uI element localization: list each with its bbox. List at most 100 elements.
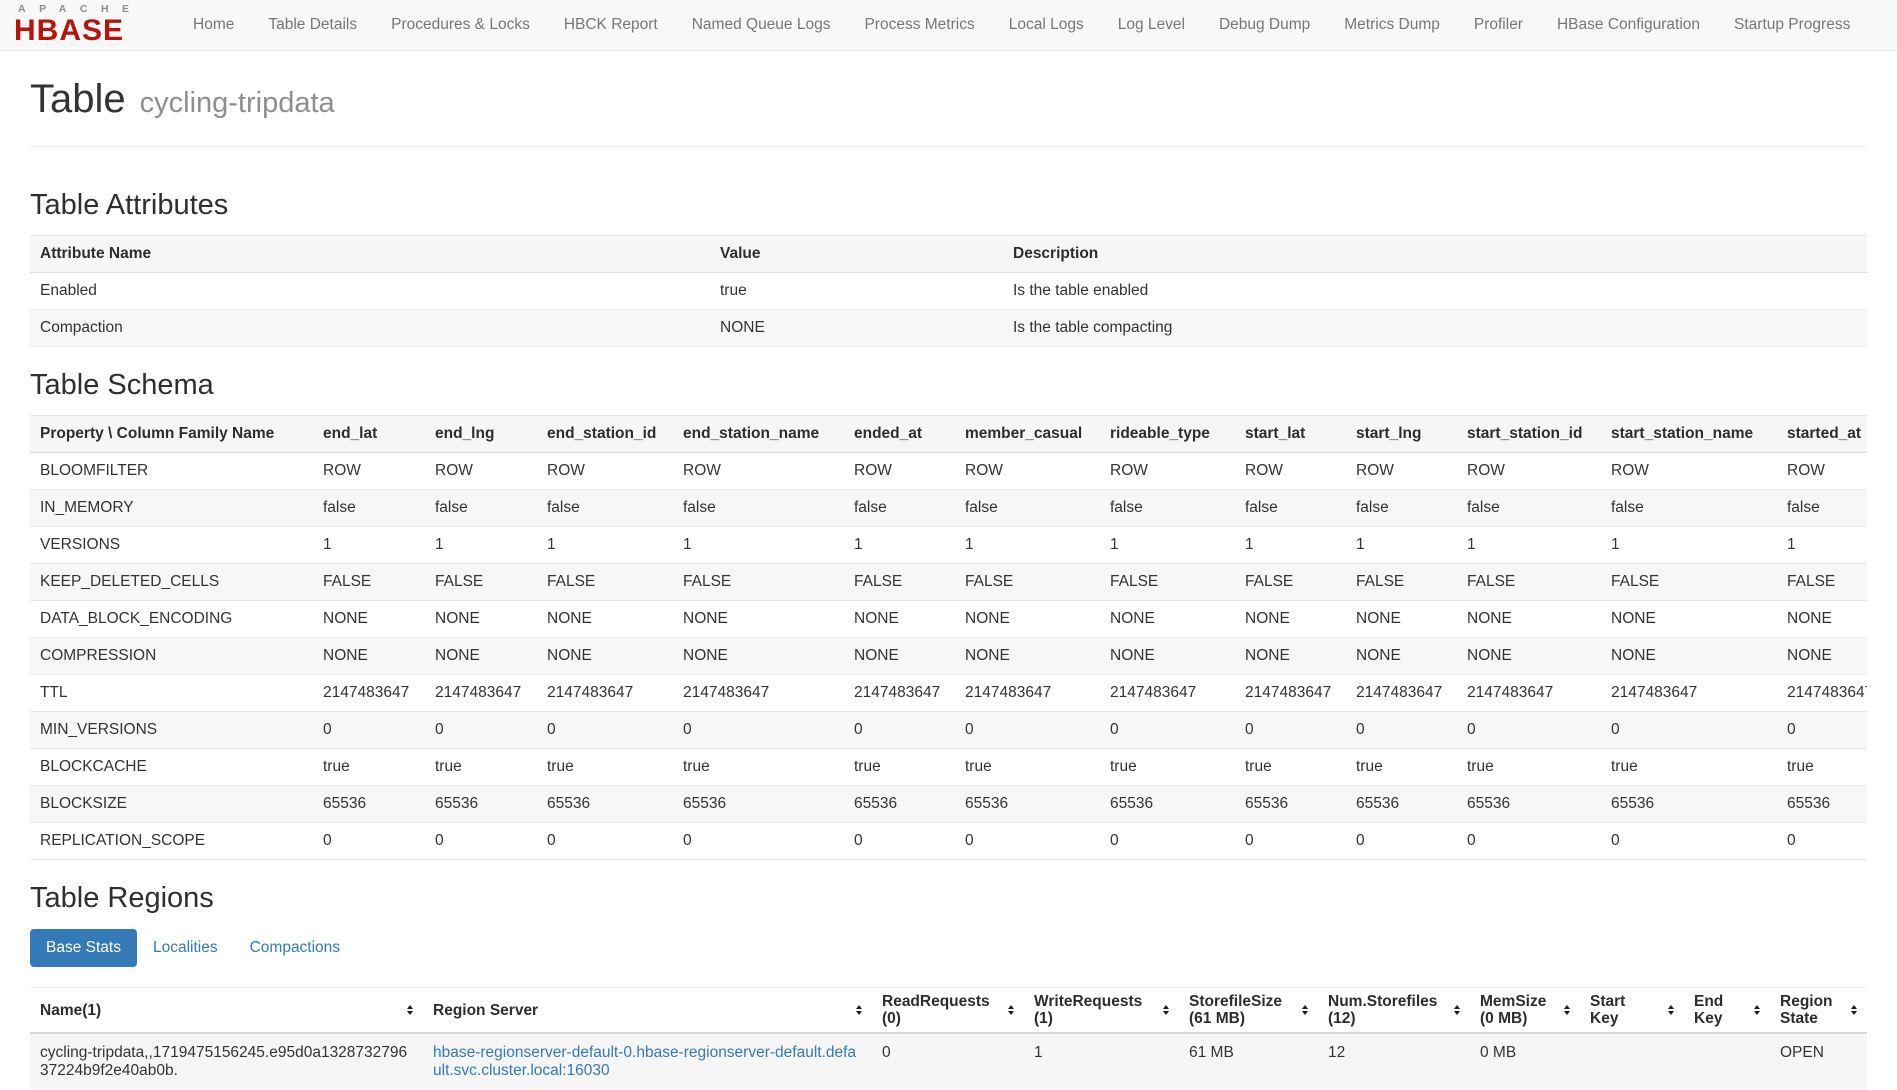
nav-link-log-level[interactable]: Log Level xyxy=(1101,0,1202,50)
schema-value-cell: true xyxy=(1777,749,1867,786)
nav-link-hbck-report[interactable]: HBCK Report xyxy=(547,0,675,50)
schema-value-cell: 0 xyxy=(1777,823,1867,860)
regions-col-writerequests-1[interactable]: WriteRequests(1) xyxy=(1024,988,1179,1034)
nav-link-profiler[interactable]: Profiler xyxy=(1457,0,1540,50)
attributes-header-row: Attribute Name Value Description xyxy=(30,236,1867,273)
schema-value-cell: ROW xyxy=(955,453,1100,490)
sort-icon[interactable] xyxy=(1668,1005,1674,1015)
attributes-col-value: Value xyxy=(710,236,1003,273)
regions-col-region-server[interactable]: Region Server xyxy=(423,988,872,1034)
regions-col-end-key[interactable]: EndKey xyxy=(1684,988,1770,1034)
nav-link-home[interactable]: Home xyxy=(176,0,251,50)
tab-link-compactions[interactable]: Compactions xyxy=(234,929,356,967)
column-label: Num.Storefiles(12) xyxy=(1328,993,1437,1027)
schema-value-cell: 65536 xyxy=(1777,786,1867,823)
schema-value-cell: ROW xyxy=(1777,453,1867,490)
regions-col-storefilesize-61-mb[interactable]: StorefileSize(61 MB) xyxy=(1179,988,1318,1034)
table-row: REPLICATION_SCOPE000000000000 xyxy=(30,823,1867,860)
schema-value-cell: 0 xyxy=(844,712,955,749)
sort-icon[interactable] xyxy=(1163,1005,1169,1015)
attributes-col-name: Attribute Name xyxy=(30,236,710,273)
regions-col-readrequests-0[interactable]: ReadRequests(0) xyxy=(872,988,1024,1034)
schema-property-cell: COMPRESSION xyxy=(30,638,313,675)
write-requests-cell: 1 xyxy=(1024,1033,1179,1090)
schema-property-cell: TTL xyxy=(30,675,313,712)
nav-link-hbase-configuration[interactable]: HBase Configuration xyxy=(1540,0,1717,50)
schema-value-cell: NONE xyxy=(1235,638,1346,675)
hbase-logo[interactable]: APACHE HBASE xyxy=(14,4,154,46)
schema-value-cell: 1 xyxy=(1235,527,1346,564)
nav-link-metrics-dump[interactable]: Metrics Dump xyxy=(1327,0,1457,50)
schema-value-cell: true xyxy=(425,749,537,786)
num-storefiles-cell: 12 xyxy=(1318,1033,1470,1090)
schema-value-cell: true xyxy=(1235,749,1346,786)
region-server-link[interactable]: hbase-regionserver-default-0.hbase-regio… xyxy=(433,1044,856,1079)
column-label: StorefileSize(61 MB) xyxy=(1189,993,1282,1027)
page-title: Table cycling-tripdata xyxy=(30,77,1867,122)
schema-value-cell: ROW xyxy=(313,453,425,490)
schema-value-cell: 65536 xyxy=(1100,786,1235,823)
tab-link-base-stats[interactable]: Base Stats xyxy=(30,929,137,967)
table-row: IN_MEMORYfalsefalsefalsefalsefalsefalsef… xyxy=(30,490,1867,527)
schema-value-cell: NONE xyxy=(1346,601,1457,638)
nav-link-startup-progress[interactable]: Startup Progress xyxy=(1717,0,1867,50)
schema-value-cell: 0 xyxy=(1601,712,1777,749)
regions-col-start-key[interactable]: StartKey xyxy=(1580,988,1684,1034)
regions-col-region-state[interactable]: RegionState xyxy=(1770,988,1867,1034)
schema-value-cell: 2147483647 xyxy=(955,675,1100,712)
sort-icon[interactable] xyxy=(407,1005,413,1015)
schema-property-cell: MIN_VERSIONS xyxy=(30,712,313,749)
nav-link-process-metrics[interactable]: Process Metrics xyxy=(847,0,991,50)
sort-icon[interactable] xyxy=(1008,1005,1014,1015)
schema-value-cell: 0 xyxy=(955,712,1100,749)
schema-value-cell: 0 xyxy=(844,823,955,860)
storefile-size-cell: 61 MB xyxy=(1179,1033,1318,1090)
schema-value-cell: 1 xyxy=(844,527,955,564)
schema-value-cell: false xyxy=(1100,490,1235,527)
sort-icon[interactable] xyxy=(1454,1005,1460,1015)
sort-icon[interactable] xyxy=(1754,1005,1760,1015)
regions-col-num-storefiles-12[interactable]: Num.Storefiles(12) xyxy=(1318,988,1470,1034)
sort-icon[interactable] xyxy=(1302,1005,1308,1015)
schema-value-cell: false xyxy=(1777,490,1867,527)
schema-value-cell: FALSE xyxy=(955,564,1100,601)
nav-item-metrics-dump: Metrics Dump xyxy=(1327,0,1457,50)
nav-link-local-logs[interactable]: Local Logs xyxy=(992,0,1101,50)
nav-link-table-details[interactable]: Table Details xyxy=(251,0,374,50)
regions-body: cycling-tripdata,,1719475156245.e95d0a13… xyxy=(30,1033,1867,1090)
schema-value-cell: false xyxy=(673,490,844,527)
start-key-cell xyxy=(1580,1033,1684,1090)
nav-link-named-queue-logs[interactable]: Named Queue Logs xyxy=(675,0,848,50)
schema-property-cell: BLOOMFILTER xyxy=(30,453,313,490)
schema-value-cell: NONE xyxy=(1601,601,1777,638)
nav-item-hbck-report: HBCK Report xyxy=(547,0,675,50)
schema-table: Property \ Column Family Name end_latend… xyxy=(30,415,1867,860)
table-row: MIN_VERSIONS000000000000 xyxy=(30,712,1867,749)
schema-value-cell: NONE xyxy=(673,638,844,675)
schema-value-cell: NONE xyxy=(313,638,425,675)
tab-link-localities[interactable]: Localities xyxy=(137,929,234,967)
sort-icon[interactable] xyxy=(1851,1005,1857,1015)
schema-col-end-station-name: end_station_name xyxy=(673,416,844,453)
schema-value-cell: NONE xyxy=(1100,638,1235,675)
schema-heading: Table Schema xyxy=(30,369,1867,402)
nav-link-debug-dump[interactable]: Debug Dump xyxy=(1202,0,1327,50)
schema-value-cell: NONE xyxy=(425,638,537,675)
schema-property-cell: DATA_BLOCK_ENCODING xyxy=(30,601,313,638)
schema-value-cell: 1 xyxy=(1777,527,1867,564)
regions-col-name-1[interactable]: Name(1) xyxy=(30,988,423,1034)
schema-property-cell: VERSIONS xyxy=(30,527,313,564)
schema-value-cell: 0 xyxy=(1777,712,1867,749)
regions-col-memsize-0-mb[interactable]: MemSize(0 MB) xyxy=(1470,988,1580,1034)
schema-value-cell: 65536 xyxy=(955,786,1100,823)
schema-value-cell: true xyxy=(955,749,1100,786)
schema-value-cell: 0 xyxy=(537,712,673,749)
sort-icon[interactable] xyxy=(1564,1005,1570,1015)
sort-icon[interactable] xyxy=(856,1005,862,1015)
nav-link-procedures-locks[interactable]: Procedures & Locks xyxy=(374,0,547,50)
schema-value-cell: NONE xyxy=(1457,601,1601,638)
regions-heading: Table Regions xyxy=(30,882,1867,915)
attribute-description-cell: Is the table compacting xyxy=(1003,310,1867,347)
schema-value-cell: true xyxy=(1346,749,1457,786)
schema-property-cell: BLOCKCACHE xyxy=(30,749,313,786)
